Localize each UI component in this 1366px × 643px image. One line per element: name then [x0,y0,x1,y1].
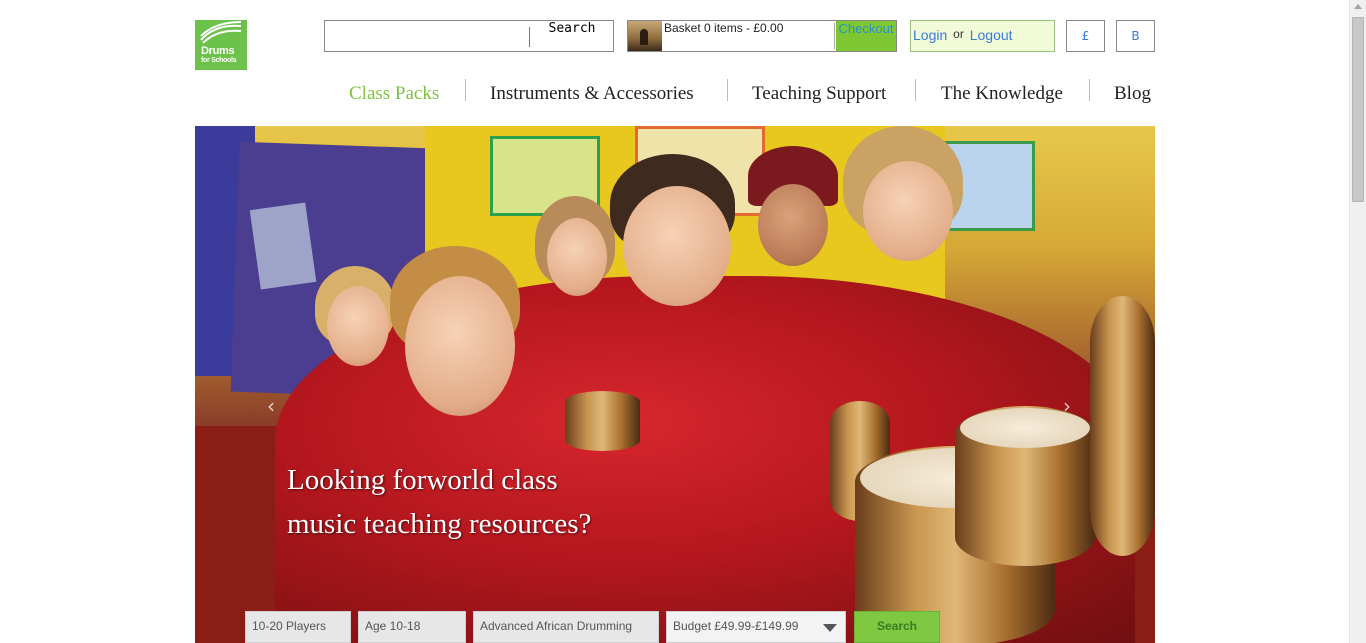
hero-child-face [758,184,828,266]
hero-carousel: ‹ › Looking forworld class music teachin… [195,126,1155,643]
carousel-next-icon[interactable]: › [1063,394,1071,418]
basket-summary[interactable]: Basket 0 items - £0.00 [664,21,783,35]
scroll-up-icon[interactable] [1354,4,1362,9]
players-filter[interactable]: 10-20 Players [245,611,351,643]
account-links: Login or Logout [910,20,1055,52]
hero-child-face [547,218,607,296]
style-filter[interactable]: Advanced African Drumming [473,611,659,643]
nav-divider [915,79,916,101]
login-or-text: or [953,27,964,41]
nav-divider [727,79,728,101]
hero-child-face [863,161,953,261]
filter-search-button[interactable]: Search [854,611,940,643]
checkout-button[interactable]: Checkout [836,21,896,51]
age-filter[interactable]: Age 10-18 [358,611,466,643]
hero-child-face [623,186,731,306]
nav-class-packs[interactable]: Class Packs [349,80,439,110]
page-scrollbar[interactable] [1349,0,1366,643]
nav-the-knowledge[interactable]: The Knowledge [941,80,1063,110]
logo-text: Drums [201,45,235,57]
site-logo[interactable]: Drums for Schools [195,20,247,70]
logo-swoosh-icon [200,21,242,44]
nav-divider [465,79,466,101]
hero-child-face [405,276,515,416]
nav-instruments-accessories[interactable]: Instruments & Accessories [490,80,694,110]
hero-djembe-drum [1090,296,1155,556]
hero-djembe-drum [565,391,640,451]
budget-select[interactable]: Budget £49.99-£149.99 [666,611,846,643]
hero-bass-clef-artwork [249,202,317,290]
budget-select-value: Budget £49.99-£149.99 [673,619,799,633]
currency-gbp-button[interactable]: £ [1066,20,1105,52]
hero-caption: Looking forworld class music teaching re… [287,458,707,546]
logo-subtext: for Schools [201,57,237,64]
site-search: Search [324,20,614,52]
basket-thumbnail [628,21,662,51]
login-link[interactable]: Login [913,27,947,43]
scrollbar-thumb[interactable] [1352,17,1364,202]
nav-blog[interactable]: Blog [1114,80,1151,110]
hero-caption-line-1: Looking forworld class [287,464,558,496]
logout-link[interactable]: Logout [970,27,1013,43]
nav-teaching-support[interactable]: Teaching Support [752,80,886,110]
search-input[interactable] [327,23,527,49]
hero-child-face [327,286,389,366]
carousel-prev-icon[interactable]: ‹ [267,394,275,418]
chevron-down-icon [823,624,837,632]
search-button[interactable]: Search [531,21,613,51]
hero-caption-line-2: music teaching resources? [287,508,592,540]
nav-divider [1089,79,1090,101]
basket-widget: Basket 0 items - £0.00 Checkout [627,20,897,52]
basket-divider [834,23,835,49]
search-divider [529,27,530,47]
currency-b-button[interactable]: B [1116,20,1155,52]
